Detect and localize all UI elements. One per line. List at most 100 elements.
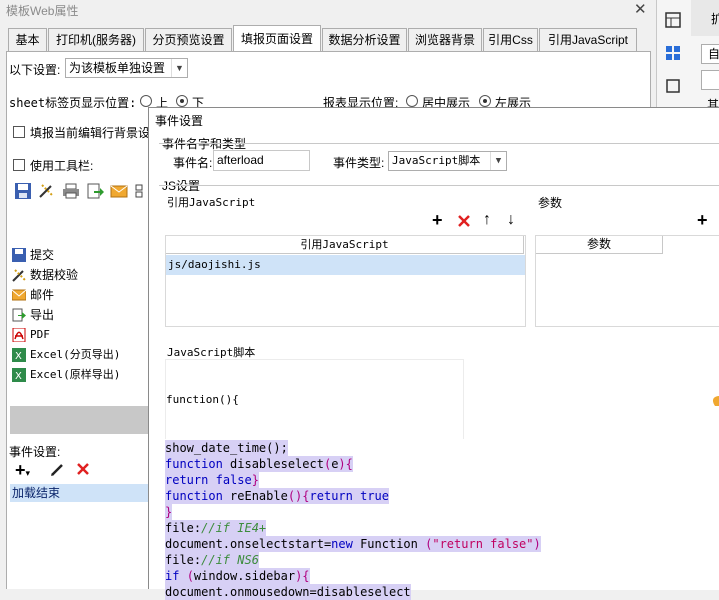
toolbar-item-export[interactable]: 导出: [10, 305, 160, 325]
ref-js-section-label: 引用JavaScript: [167, 196, 256, 209]
group-border: [159, 185, 719, 186]
sheet-pos-bottom-radio[interactable]: [176, 95, 188, 107]
toolbar-item-label: 邮件: [30, 288, 55, 302]
event-type-select[interactable]: JavaScript脚本 ▼: [388, 151, 507, 171]
add-event-button[interactable]: +▾: [15, 461, 30, 481]
code-line: file://if IE4+: [165, 520, 267, 536]
pencil-icon[interactable]: [37, 182, 55, 200]
dialog-title: 事件设置: [155, 114, 204, 128]
report-pos-left-radio[interactable]: [479, 95, 491, 107]
toolbar-item-pdf[interactable]: PDF: [10, 325, 160, 345]
submit-icon: [12, 248, 26, 262]
params-column-header: 参数: [536, 236, 663, 254]
edit-event-icon[interactable]: [50, 461, 66, 477]
highlight-row-label: 填报当前编辑行背景设: [30, 126, 151, 140]
report-pos-center-radio[interactable]: [406, 95, 418, 107]
move-down-icon[interactable]: ↓: [507, 212, 515, 228]
script-section-label: JavaScript脚本: [167, 346, 256, 359]
toolbar-item-label: 导出: [30, 308, 55, 322]
tab-fill-page[interactable]: 填报页面设置: [233, 25, 321, 52]
code-line: show_date_time();: [165, 440, 288, 456]
tab-javascript[interactable]: 引用JavaScript: [539, 28, 637, 51]
tab-printer[interactable]: 打印机(服务器): [48, 28, 144, 51]
highlight-row-checkbox[interactable]: [13, 126, 25, 138]
toolbar-item-label: Excel(分页导出): [30, 348, 121, 361]
event-name-input[interactable]: afterload: [213, 150, 310, 171]
code-line: if (window.sidebar){: [165, 568, 310, 584]
events-label: 事件设置:: [9, 445, 61, 459]
add-ref-button[interactable]: +: [432, 211, 443, 229]
chevron-down-icon: ▼: [171, 59, 187, 77]
move-up-icon[interactable]: ↑: [483, 212, 491, 228]
list-footer-band: [10, 406, 160, 434]
event-name-label: 事件名:: [173, 156, 213, 170]
sheet-pos-label: sheet标签页显示位置:: [9, 96, 137, 110]
event-type-value: JavaScript脚本: [392, 154, 481, 167]
right-field[interactable]: 自: [701, 44, 719, 64]
export-icon: [12, 308, 26, 322]
code-line: function disableselect(e){: [165, 456, 353, 472]
toolbar-item-label: PDF: [30, 328, 50, 341]
event-settings-dialog: 事件设置 事件名字和类型 事件名: afterload 事件类型: JavaSc…: [148, 107, 719, 600]
chevron-down-icon: ▼: [490, 152, 506, 170]
event-type-label: 事件类型:: [333, 156, 385, 170]
toolbar-label: 使用工具栏:: [30, 159, 94, 173]
toolbar-editor-bar: [10, 180, 160, 204]
group-border: [159, 143, 719, 144]
widgets-icon[interactable]: [665, 45, 681, 61]
code-line: function reEnable(){return true: [165, 488, 390, 504]
mail-icon: [12, 289, 26, 301]
params-table: 参数: [535, 235, 719, 327]
ref-js-column-header: 引用JavaScript: [166, 236, 524, 254]
print-icon[interactable]: [62, 182, 80, 200]
code-editor[interactable]: show_date_time(); function disableselect…: [165, 439, 719, 600]
right-field-2[interactable]: [701, 70, 719, 90]
window-title: 模板Web属性: [6, 4, 79, 18]
tab-page-preview[interactable]: 分页预览设置: [145, 28, 232, 51]
scope-label: 以下设置:: [9, 63, 61, 77]
scope-select[interactable]: 为该模板单独设置 ▼: [65, 58, 188, 78]
toolbar-item-excel-paged[interactable]: X Excel(分页导出): [10, 345, 160, 365]
svg-text:X: X: [15, 371, 22, 382]
delete-ref-icon[interactable]: [457, 214, 471, 228]
function-header: function(){: [166, 393, 239, 406]
frame-icon[interactable]: [665, 78, 681, 94]
close-icon[interactable]: ✕: [634, 0, 647, 18]
toolbar-item-validate[interactable]: 数据校验: [10, 265, 160, 285]
add-param-button[interactable]: +: [697, 211, 708, 229]
toolbar-item-mail[interactable]: 邮件: [10, 285, 160, 305]
tab-basic[interactable]: 基本: [8, 28, 47, 51]
excel-icon: X: [12, 368, 26, 382]
delete-event-icon[interactable]: [76, 462, 90, 476]
toolbar-item-excel-original[interactable]: X Excel(原样导出): [10, 365, 160, 385]
code-line: file://if NS6: [165, 552, 259, 568]
save-icon[interactable]: [14, 182, 32, 200]
sheet-pos-top-radio[interactable]: [140, 95, 152, 107]
toolbar-item-label: 数据校验: [30, 268, 79, 282]
pdf-icon: [12, 328, 26, 342]
code-line: document.onselectstart=new Function ("re…: [165, 536, 541, 552]
tab-browser-bg[interactable]: 浏览器背景: [408, 28, 482, 51]
code-line: }: [165, 504, 173, 520]
layout-icon[interactable]: [665, 12, 681, 28]
mail-icon[interactable]: [110, 182, 128, 200]
code-line: return false}: [165, 472, 259, 488]
table-row[interactable]: js/daojishi.js: [166, 255, 525, 275]
toolbar-checkbox[interactable]: [13, 159, 25, 171]
tab-css[interactable]: 引用Css: [483, 28, 538, 51]
code-line: document.onmousedown=disableselect: [165, 584, 411, 600]
right-tab-label: 扩: [711, 12, 719, 26]
validate-icon: [12, 269, 26, 282]
toolbar-item-submit[interactable]: 提交: [10, 245, 160, 265]
toolbar-item-label: Excel(原样导出): [30, 368, 121, 381]
code-text: show_date_time();: [165, 441, 288, 455]
right-tab[interactable]: 扩: [691, 0, 719, 36]
scope-value: 为该模板单独设置: [69, 61, 166, 75]
tab-data-analysis[interactable]: 数据分析设置: [322, 28, 407, 51]
right-field-label: 自: [708, 47, 719, 61]
excel-icon: X: [12, 348, 26, 362]
event-list-item[interactable]: 加载结束: [10, 484, 160, 502]
toolbar-item-label: 提交: [30, 248, 55, 262]
export-icon[interactable]: [86, 182, 104, 200]
function-header-area: function(){: [165, 359, 464, 441]
